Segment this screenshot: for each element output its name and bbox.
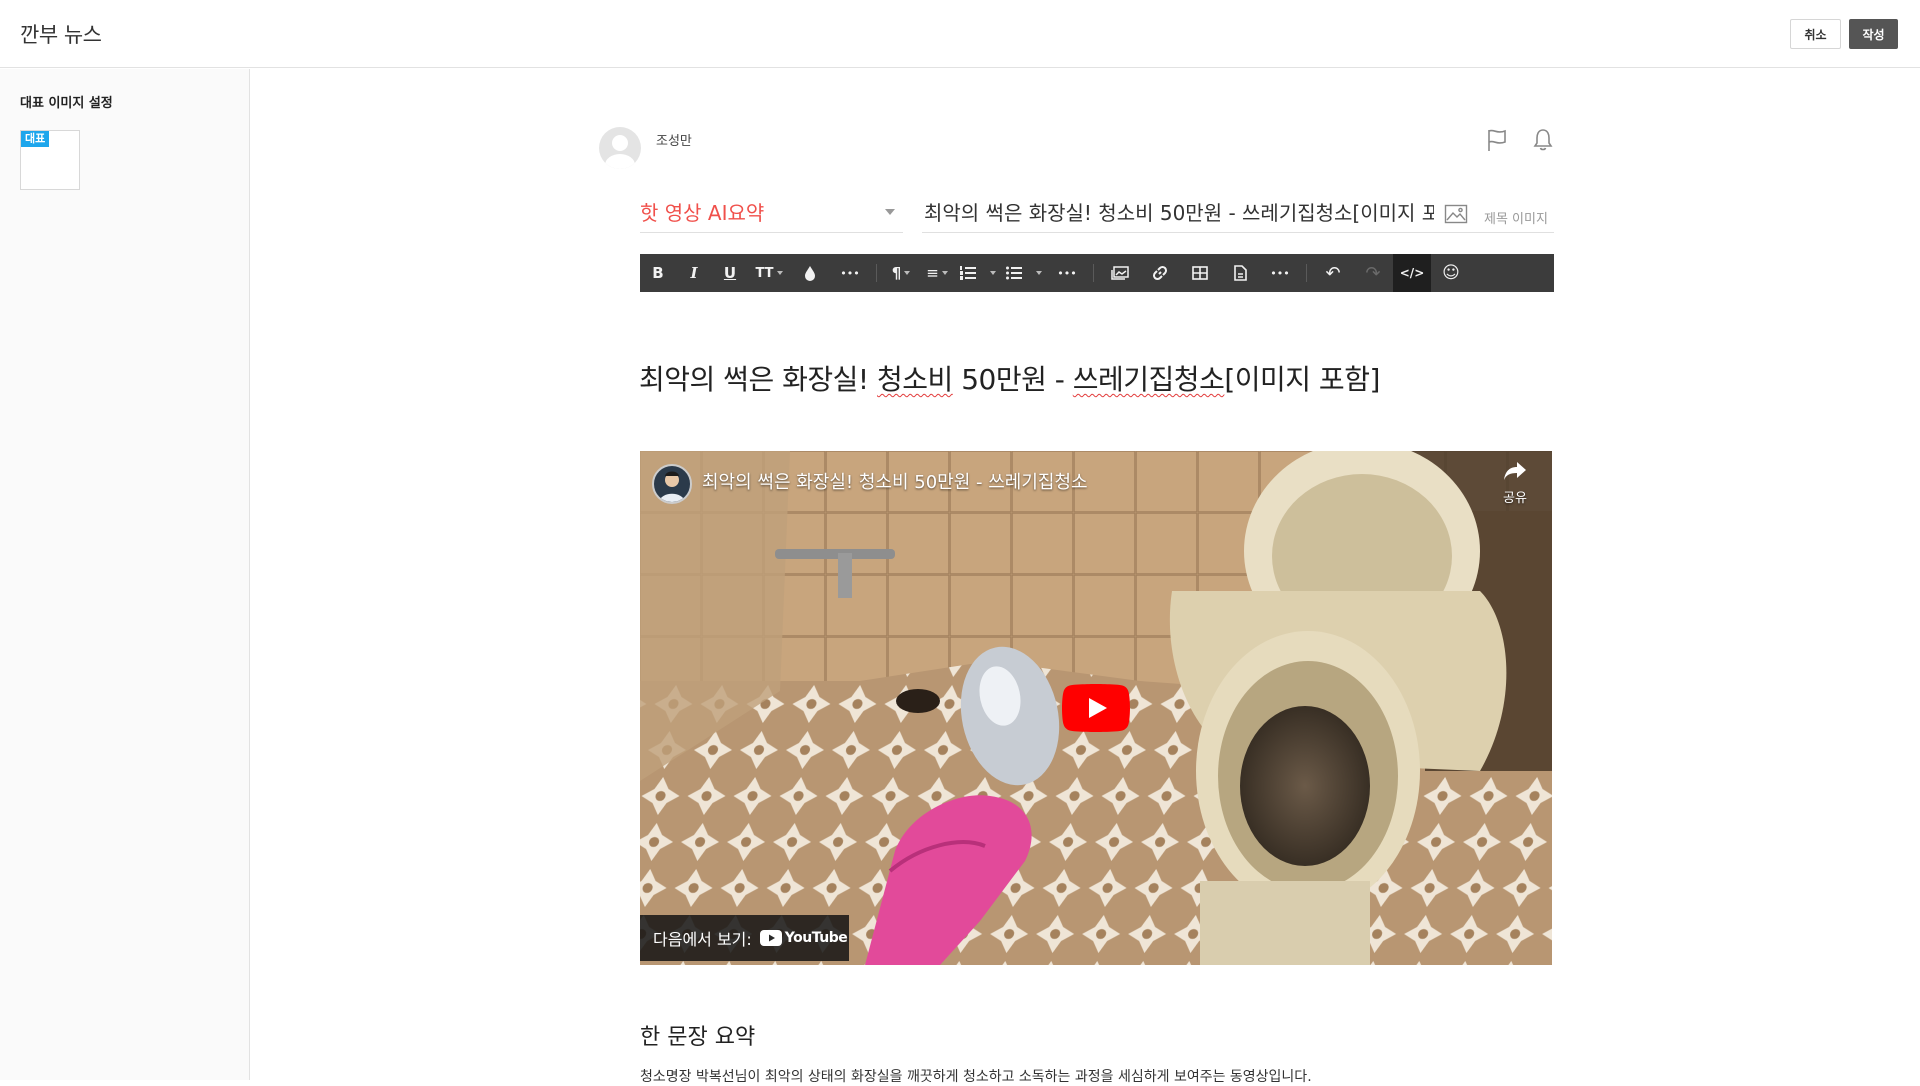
avatar [599,127,641,169]
channel-avatar[interactable] [652,464,692,504]
toolbar-divider [1306,264,1307,282]
headline-text: [이미지 포함] [1224,363,1380,396]
thumbnail-slot[interactable]: 대표 [20,130,80,190]
youtube-icon [759,930,782,946]
html-code-button[interactable]: </> [1393,254,1431,292]
paragraph-button[interactable]: ¶ [883,254,919,292]
italic-button[interactable]: I [676,254,712,292]
table-icon [1192,266,1208,280]
emoji-button[interactable]: ☺ [1431,254,1471,292]
code-icon: </> [1399,266,1425,280]
headline-text: 쓰레기집청소 [1072,363,1225,396]
youtube-embed[interactable]: 최악의 썩은 화장실! 청소비 50만원 - 쓰레기집청소 공유 다음에서 보기… [640,451,1552,965]
top-bar: 깐부 뉴스 취소 작성 [0,0,1920,68]
play-button[interactable] [1062,684,1130,732]
headline-text: 최악의 썩은 화장실! [639,363,878,396]
toolbar-divider [1093,264,1094,282]
image-icon [1111,266,1129,280]
more-icon: ••• [1057,266,1077,280]
align-left-icon: ≡ [926,264,939,282]
text-color-button[interactable] [790,254,830,292]
share-label: 공유 [1503,491,1527,506]
bullet-list-icon [1006,266,1022,280]
more-paragraph-button[interactable]: ••• [1047,254,1087,292]
summary-text: 청소명장 박복선님이 최악의 상태의 화장실을 깨끗하게 청소하고 소독하는 과… [640,1069,1312,1085]
paragraph-icon: ¶ [891,264,902,282]
bold-icon: B [652,264,664,282]
font-size-icon: TT [755,265,774,281]
insert-link-button[interactable] [1140,254,1180,292]
more-format-button[interactable]: ••• [830,254,870,292]
italic-icon: I [690,264,698,282]
thumbnail-badge: 대표 [21,131,50,147]
font-size-button[interactable]: TT [748,254,790,292]
redo-icon: ↷ [1365,262,1381,284]
chevron-down-icon [885,209,895,215]
underline-icon: U [723,264,737,282]
image-icon[interactable] [1444,203,1468,225]
title-image-label[interactable]: 제목 이미지 [1484,208,1548,227]
play-icon [1062,684,1130,732]
link-icon [1152,265,1168,281]
sidebar: 대표 이미지 설정 대표 [0,69,250,1080]
unordered-list-button[interactable] [1001,254,1047,292]
content-headline[interactable]: 최악의 썩은 화장실! 청소비 50만원 - 쓰레기집청소[이미지 포함] [639,358,1380,398]
file-icon [1233,265,1247,281]
ordered-list-button[interactable] [955,254,1001,292]
more-icon: ••• [1270,266,1290,280]
redo-button[interactable]: ↷ [1353,254,1393,292]
bell-icon[interactable] [1529,126,1557,154]
more-icon: ••• [840,266,860,280]
underline-button[interactable]: U [712,254,748,292]
summary-heading: 한 문장 요약 [640,1025,756,1050]
bold-button[interactable]: B [640,254,676,292]
insert-image-button[interactable] [1100,254,1140,292]
share-icon [1504,462,1526,480]
thumbnail-setting-title: 대표 이미지 설정 [20,96,113,111]
toolbar-divider [876,264,877,282]
share-button[interactable]: 공유 [1492,461,1538,515]
category-select[interactable]: 핫 영상 AI요약 [640,195,903,233]
title-input-value: 최악의 썩은 화장실! 청소비 50만원 - 쓰레기집청소[이미지 포함] [924,201,1434,225]
cancel-button[interactable]: 취소 [1790,19,1841,49]
droplet-icon [805,266,815,281]
undo-icon: ↶ [1325,262,1341,284]
smiley-icon: ☺ [1442,263,1460,283]
youtube-logo: YouTube [759,930,848,946]
flag-icon[interactable] [1483,126,1511,154]
watch-on-label: 다음에서 보기: [653,930,752,949]
author-name: 조성만 [656,134,692,149]
editor-toolbar: B I U TT ••• ¶ ≡ ••• ••• ↶ ↷ </> ☺ [640,254,1554,292]
headline-text: 50만원 - [952,363,1073,396]
more-insert-button[interactable]: ••• [1260,254,1300,292]
headline-text: 청소비 [877,363,953,396]
undo-button[interactable]: ↶ [1313,254,1353,292]
app-title[interactable]: 깐부 뉴스 [20,19,102,49]
category-label: 핫 영상 AI요약 [640,201,765,225]
title-input[interactable]: 최악의 썩은 화장실! 청소비 50만원 - 쓰레기집청소[이미지 포함] 제목… [922,195,1554,233]
watch-on-youtube-button[interactable]: 다음에서 보기: YouTube [640,915,849,961]
ordered-list-icon [960,266,976,280]
insert-table-button[interactable] [1180,254,1220,292]
write-button[interactable]: 작성 [1849,19,1898,49]
insert-file-button[interactable] [1220,254,1260,292]
align-button[interactable]: ≡ [919,254,955,292]
youtube-wordmark: YouTube [784,930,848,946]
video-title[interactable]: 최악의 썩은 화장실! 청소비 50만원 - 쓰레기집청소 [702,468,1088,494]
